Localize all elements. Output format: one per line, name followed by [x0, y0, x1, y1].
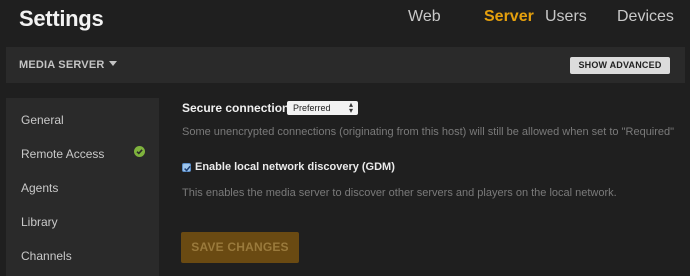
- sidebar-item-channels[interactable]: Channels: [21, 249, 72, 263]
- secure-connections-select[interactable]: Preferred ▴ ▾: [287, 101, 358, 115]
- tab-server[interactable]: Server: [484, 8, 534, 26]
- save-changes-button[interactable]: SAVE CHANGES: [181, 232, 299, 263]
- caret-down-icon: [108, 61, 117, 66]
- server-selector[interactable]: MEDIA SERVER: [19, 59, 117, 71]
- secure-connections-help: Some unencrypted connections (originatin…: [182, 126, 675, 138]
- gdm-checkbox[interactable]: [182, 163, 191, 172]
- gdm-help: This enables the media server to discove…: [182, 187, 617, 199]
- tab-users[interactable]: Users: [545, 8, 587, 26]
- secure-connections-label: Secure connections: [182, 101, 297, 115]
- sidebar-item-library[interactable]: Library: [21, 215, 58, 229]
- section-header: MEDIA SERVER SHOW ADVANCED: [6, 47, 685, 83]
- check-icon: [134, 146, 145, 157]
- server-selector-label: MEDIA SERVER: [19, 59, 105, 71]
- sidebar-item-agents[interactable]: Agents: [21, 181, 58, 195]
- tab-devices[interactable]: Devices: [617, 8, 674, 26]
- sidebar-item-remote-access[interactable]: Remote Access: [21, 147, 104, 161]
- sidebar-item-general[interactable]: General: [21, 113, 64, 127]
- top-bar: Settings Web Server Users Devices: [0, 0, 690, 38]
- secure-connections-value: Preferred: [293, 103, 331, 113]
- settings-content: Secure connections Preferred ▴ ▾ Some une…: [180, 98, 690, 276]
- select-arrows-icon: ▴ ▾: [348, 100, 353, 115]
- page-title: Settings: [19, 6, 104, 31]
- settings-sidebar: General Remote Access Agents Library Cha…: [6, 98, 159, 276]
- gdm-label[interactable]: Enable local network discovery (GDM): [195, 161, 395, 173]
- show-advanced-button[interactable]: SHOW ADVANCED: [570, 57, 670, 74]
- tab-web[interactable]: Web: [408, 8, 441, 26]
